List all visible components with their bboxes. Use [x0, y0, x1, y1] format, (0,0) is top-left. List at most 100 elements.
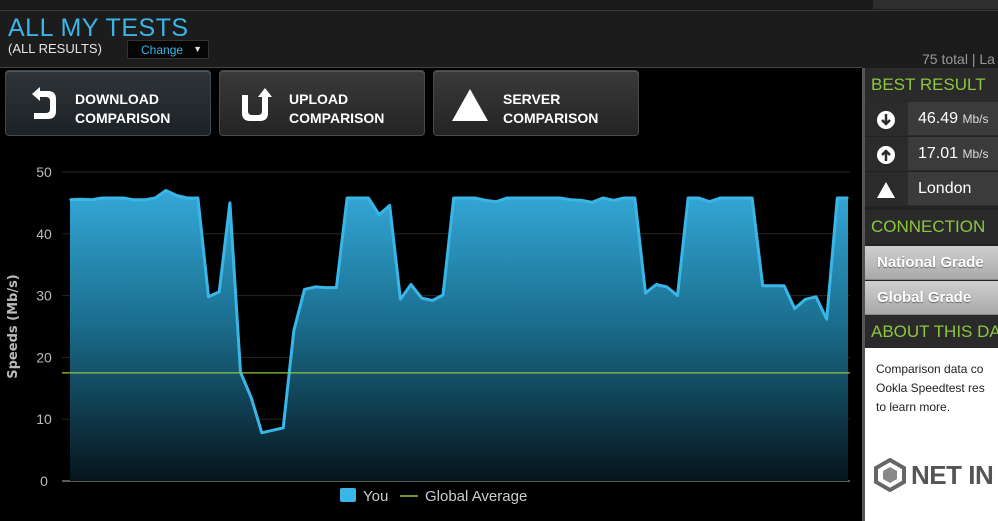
you-data-point — [825, 318, 828, 320]
you-data-point — [729, 197, 732, 199]
you-data-point — [676, 294, 679, 297]
best-download-unit: Mb/s — [962, 112, 989, 126]
about-heading: ABOUT THIS DA — [865, 315, 998, 349]
page-header: ALL MY TESTS (ALL RESULTS) Change ▼ 75 t… — [0, 11, 998, 67]
page-title: ALL MY TESTS — [8, 14, 189, 42]
you-data-point — [634, 197, 636, 199]
you-data-point — [229, 202, 231, 204]
you-data-point — [90, 199, 93, 201]
y-axis-label: Speeds (Mb/s) — [6, 274, 21, 378]
tab-upload-comparison[interactable]: UPLOAD COMPARISON — [219, 70, 425, 136]
you-data-point — [69, 199, 71, 201]
y-tick-label: 20 — [36, 349, 52, 365]
about-link[interactable]: to learn more. — [876, 398, 998, 417]
you-data-point — [367, 197, 370, 199]
you-data-point — [218, 291, 221, 293]
best-upload-value: 17.01 — [918, 145, 959, 162]
best-result-heading: BEST RESULT — [865, 68, 998, 102]
national-grade-row[interactable]: National Grade — [865, 246, 998, 280]
y-tick-label: 0 — [40, 473, 48, 489]
logo-text: NET IN — [911, 460, 994, 490]
legend-average-label: Global Average — [425, 488, 527, 505]
you-data-point — [122, 197, 125, 199]
legend-you-label: You — [363, 488, 388, 505]
you-data-point — [356, 197, 359, 199]
you-data-point — [559, 197, 562, 199]
tab-server-comparison[interactable]: SERVER COMPARISON — [433, 70, 639, 136]
you-data-point — [602, 197, 604, 199]
you-data-point — [815, 296, 817, 298]
global-grade-row[interactable]: Global Grade — [865, 281, 998, 315]
you-data-point — [506, 197, 508, 199]
you-data-point — [847, 197, 849, 199]
about-panel: Comparison data co Ookla Speedtest res t… — [865, 348, 998, 521]
you-data-point — [399, 298, 402, 301]
y-tick-label: 10 — [36, 411, 52, 427]
you-data-point — [761, 284, 764, 287]
you-data-point — [655, 283, 657, 286]
you-data-point — [697, 197, 700, 199]
you-data-point — [165, 189, 167, 192]
you-data-point — [804, 298, 807, 301]
you-data-point — [79, 198, 82, 200]
about-line: Ookla Speedtest res — [876, 381, 985, 395]
legend-you-swatch — [340, 488, 356, 502]
tab-download-comparison[interactable]: DOWNLOAD COMPARISON — [5, 70, 211, 136]
you-data-point — [836, 197, 839, 199]
tab-line2: COMPARISON — [289, 110, 385, 126]
you-data-point — [516, 197, 519, 199]
best-download-row: 46.49 Mb/s — [865, 102, 998, 136]
you-data-point — [261, 431, 263, 434]
y-tick-label: 30 — [36, 288, 52, 304]
y-tick-label: 50 — [36, 164, 52, 180]
server-triangle-icon — [452, 89, 488, 121]
you-data-point — [484, 199, 487, 202]
download-arrow-icon — [877, 111, 895, 129]
you-data-point — [271, 429, 274, 432]
you-data-point — [751, 197, 753, 199]
you-data-point — [154, 197, 157, 199]
caret-down-icon: ▼ — [193, 44, 202, 54]
tab-line1: DOWNLOAD — [75, 91, 159, 107]
you-data-point — [463, 197, 466, 199]
you-data-point — [111, 197, 114, 199]
you-data-point — [378, 213, 380, 216]
y-tick-label: 40 — [36, 226, 52, 242]
you-data-point — [719, 197, 721, 199]
you-data-point — [442, 294, 444, 296]
top-bar — [0, 0, 998, 11]
you-data-point — [143, 199, 146, 201]
about-line: Comparison data co — [876, 362, 984, 376]
speed-chart: 0 10 20 30 40 50 Speeds (Mb/s) You Global Avera… — [6, 164, 850, 505]
you-data-point — [708, 200, 711, 203]
you-data-point — [324, 286, 327, 289]
you-data-point — [346, 197, 348, 199]
change-label: Change — [141, 43, 184, 57]
you-data-point — [335, 286, 338, 289]
you-data-point — [538, 197, 540, 199]
you-data-point — [431, 299, 434, 302]
best-upload-unit: Mb/s — [962, 147, 989, 161]
you-data-point — [591, 201, 594, 204]
you-data-point — [207, 296, 210, 298]
you-data-point — [420, 297, 423, 299]
you-data-point — [133, 199, 135, 201]
you-data-point — [666, 286, 668, 288]
total-count: 75 total | La — [922, 51, 995, 67]
you-data-point — [623, 197, 625, 199]
change-filter-button[interactable]: Change ▼ — [127, 40, 209, 59]
tab-line2: COMPARISON — [503, 110, 599, 126]
top-tab[interactable] — [873, 0, 998, 9]
you-data-point — [452, 197, 455, 199]
tab-line1: UPLOAD — [289, 91, 349, 107]
best-download-value: 46.49 — [918, 110, 959, 127]
tab-line2: COMPARISON — [75, 110, 171, 126]
you-data-point — [250, 396, 252, 399]
download-icon — [32, 87, 56, 119]
upload-icon — [242, 88, 272, 121]
you-data-point — [580, 199, 583, 202]
results-filter-label: (ALL RESULTS) — [8, 41, 102, 56]
you-data-point — [772, 284, 775, 287]
you-data-point — [570, 199, 572, 201]
net-index-logo: NET IN — [873, 457, 998, 493]
